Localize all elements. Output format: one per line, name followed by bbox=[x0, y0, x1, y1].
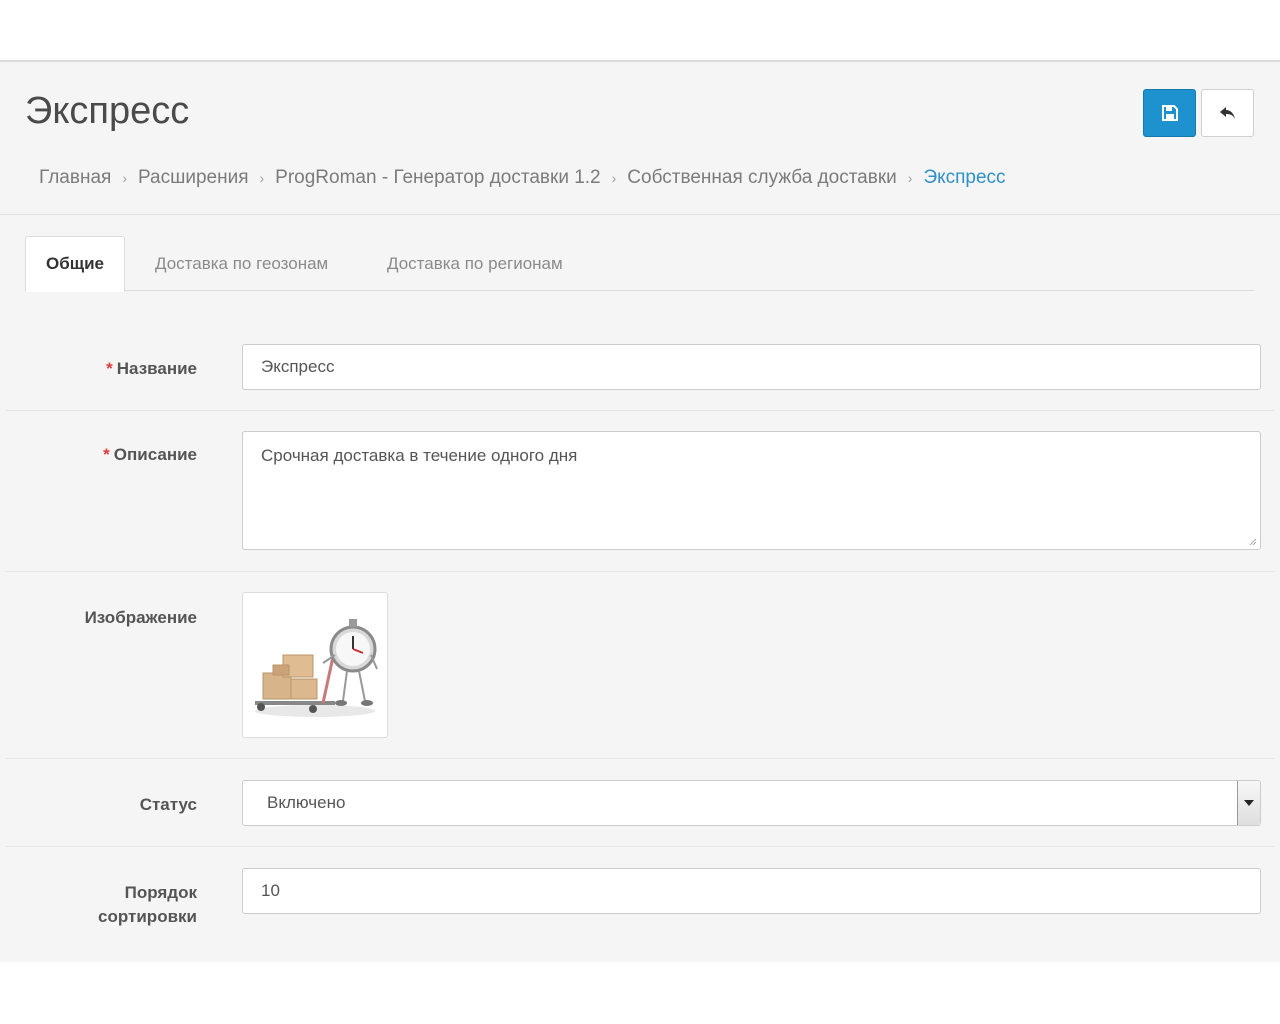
tab-bar: Общие Доставка по геозонам Доставка по р… bbox=[25, 236, 1255, 292]
description-textarea[interactable]: Срочная доставка в течение одного дня bbox=[242, 431, 1261, 550]
breadcrumb-separator: › bbox=[122, 170, 127, 186]
form-row-sort-order: Порядок сортировки 10 bbox=[6, 847, 1274, 947]
sort-order-input[interactable]: 10 bbox=[242, 868, 1261, 914]
breadcrumb-link-shipping-service[interactable]: Собственная служба доставки bbox=[627, 167, 896, 189]
header-divider bbox=[0, 214, 1280, 215]
breadcrumb-separator: › bbox=[907, 170, 913, 186]
breadcrumb-separator: › bbox=[259, 170, 265, 186]
description-label-text: Описание bbox=[113, 445, 197, 464]
caret-down-icon bbox=[1244, 800, 1254, 806]
tab-geozones[interactable]: Доставка по геозонам bbox=[155, 236, 328, 291]
image-label: Изображение bbox=[84, 608, 197, 627]
breadcrumb-current[interactable]: Экспресс bbox=[923, 167, 1005, 189]
required-mark: * bbox=[106, 359, 113, 378]
status-select[interactable]: Включено bbox=[242, 780, 1261, 826]
name-input[interactable]: Экспресс bbox=[242, 344, 1261, 390]
form-row-name: * Название Экспресс bbox=[6, 324, 1274, 411]
sort-order-label-line2: сортировки bbox=[98, 907, 197, 926]
form-row-status: Статус Включено bbox=[6, 759, 1274, 847]
page-title: Экспресс bbox=[25, 90, 190, 132]
page-content: Экспресс Главная › Расширения › ProgRoma… bbox=[0, 62, 1280, 962]
name-label-text: Название bbox=[116, 359, 197, 378]
name-label: * Название bbox=[6, 357, 197, 381]
sort-order-label-line1: Порядок bbox=[124, 883, 197, 902]
back-button[interactable] bbox=[1201, 89, 1254, 137]
required-mark: * bbox=[103, 445, 110, 464]
sort-order-label: Порядок сортировки bbox=[6, 881, 197, 929]
select-dropdown-button[interactable] bbox=[1237, 781, 1260, 825]
breadcrumb-link-module[interactable]: ProgRoman - Генератор доставки 1.2 bbox=[275, 167, 600, 189]
top-navbar bbox=[0, 0, 1280, 62]
description-label: * Описание bbox=[6, 443, 197, 467]
tab-regions[interactable]: Доставка по регионам bbox=[387, 236, 563, 291]
reply-icon bbox=[1219, 107, 1235, 119]
breadcrumb-separator: › bbox=[611, 170, 617, 186]
form-row-image: Изображение bbox=[6, 572, 1274, 759]
description-text: Срочная доставка в течение одного дня bbox=[261, 446, 578, 465]
page-bottom bbox=[0, 962, 1280, 1024]
tab-general[interactable]: Общие bbox=[25, 236, 125, 292]
save-icon bbox=[1161, 105, 1178, 121]
status-selected-value: Включено bbox=[267, 793, 346, 812]
resize-grip-icon[interactable] bbox=[1247, 536, 1257, 546]
image-thumbnail[interactable] bbox=[242, 592, 388, 738]
breadcrumb-link-extensions[interactable]: Расширения bbox=[138, 167, 249, 189]
status-label: Статус bbox=[139, 795, 197, 814]
form-row-description: * Описание Срочная доставка в течение одн… bbox=[6, 411, 1274, 572]
save-button[interactable] bbox=[1143, 89, 1196, 137]
delivery-stopwatch-image bbox=[255, 619, 378, 717]
breadcrumb-link-home[interactable]: Главная bbox=[39, 167, 111, 189]
breadcrumb: Главная › Расширения › ProgRoman - Генер… bbox=[39, 166, 1006, 190]
